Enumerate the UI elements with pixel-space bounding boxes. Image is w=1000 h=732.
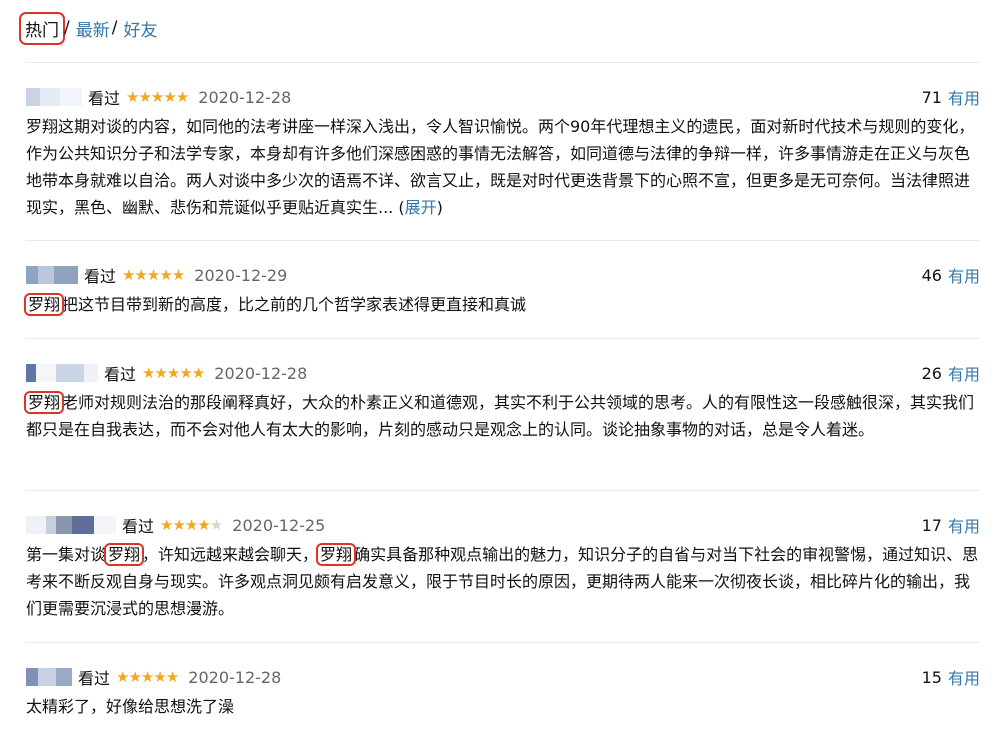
review-text: 第一集对谈 罗翔 ，许知远越来越会聊天， 罗翔 确实具备那种观点输出的魅力，知识分子的自…: [26, 541, 980, 622]
star-empty-icon: ★: [209, 516, 223, 534]
review-body: 老师对规则法治的那段阐释真好，大众的朴素正义和道德观，其实不利于公共领域的思考。…: [26, 393, 975, 439]
divider: [26, 490, 980, 491]
star-filled-icon: ★: [160, 516, 173, 534]
star-filled-icon: ★: [175, 88, 189, 106]
review-body-close: ): [436, 198, 443, 217]
blurred-username[interactable]: [26, 262, 78, 288]
tab-friends[interactable]: 好友: [123, 16, 157, 41]
review-text: 罗翔 把这节目带到新的高度，比之前的几个哲学家表述得更直接和真诚: [23, 291, 980, 318]
review-header: 看过 ★★★★★ 2020-12-29 46 有用: [26, 262, 980, 288]
tab-latest[interactable]: 最新: [76, 16, 110, 41]
vote-area: 17 有用: [922, 512, 980, 538]
watched-label: 看过: [122, 517, 155, 536]
divider: [26, 338, 980, 339]
blurred-username[interactable]: [26, 360, 98, 386]
watched-label: 看过: [78, 669, 111, 688]
sort-tabs: 热门 / 最新 / 好友: [19, 11, 157, 45]
rating-stars: ★★★★★: [160, 516, 223, 534]
star-filled-icon: ★: [126, 88, 139, 106]
useful-count: 46: [921, 265, 942, 285]
review-item: 看过 ★★★★★ 2020-12-28 15 有用 太精彩了，好像给思想洗了澡: [26, 664, 980, 720]
tab-separator: /: [64, 18, 70, 38]
watched-label: 看过: [104, 365, 137, 384]
review-body: ，许知远越来越会聊天，: [142, 545, 319, 564]
review-item: 看过 ★★★★★ 2020-12-28 71 有用 罗翔这期对谈的内容，如同他的…: [26, 84, 980, 221]
tab-separator: /: [111, 18, 118, 38]
star-filled-icon: ★: [146, 266, 160, 284]
star-filled-icon: ★: [138, 88, 151, 106]
star-filled-icon: ★: [122, 266, 135, 284]
useful-count: 17: [921, 515, 942, 535]
rating-stars: ★★★★★: [142, 364, 205, 382]
review-item: 看过 ★★★★★ 2020-12-28 26 有用 罗翔 老师对规则法治的那段阐释…: [23, 360, 980, 443]
star-filled-icon: ★: [171, 266, 185, 284]
divider: [26, 642, 980, 643]
star-filled-icon: ★: [140, 668, 154, 686]
rating-stars: ★★★★★: [122, 266, 185, 284]
star-filled-icon: ★: [134, 266, 147, 284]
review-text: 太精彩了，好像给思想洗了澡: [26, 693, 980, 720]
blurred-username[interactable]: [26, 84, 82, 110]
star-filled-icon: ★: [159, 266, 172, 284]
star-filled-icon: ★: [116, 668, 129, 686]
review-date: 2020-12-28: [214, 363, 308, 383]
review-date: 2020-12-28: [198, 87, 292, 107]
expand-link[interactable]: 展开: [405, 198, 437, 217]
tab-hot[interactable]: 热门: [19, 11, 65, 45]
review-text: 罗翔这期对谈的内容，如同他的法考讲座一样深入浅出，令人智识愉悦。两个90年代理想…: [26, 113, 980, 221]
star-filled-icon: ★: [163, 88, 176, 106]
rating-stars: ★★★★★: [126, 88, 189, 106]
star-filled-icon: ★: [153, 668, 166, 686]
review-date: 2020-12-25: [232, 515, 326, 535]
blurred-username[interactable]: [26, 512, 116, 538]
review-body: 第一集对谈: [26, 545, 107, 564]
star-filled-icon: ★: [166, 364, 180, 382]
review-header: 看过 ★★★★★ 2020-12-28 26 有用: [26, 360, 980, 386]
star-filled-icon: ★: [172, 516, 185, 534]
star-filled-icon: ★: [154, 364, 167, 382]
review-date: 2020-12-29: [194, 265, 288, 285]
useful-button[interactable]: 有用: [948, 513, 980, 537]
star-filled-icon: ★: [165, 668, 179, 686]
highlighted-name: 罗翔: [23, 391, 65, 414]
watched-label: 看过: [84, 267, 117, 286]
useful-button[interactable]: 有用: [948, 85, 980, 109]
vote-area: 46 有用: [922, 262, 980, 288]
review-body: 太精彩了，好像给思想洗了澡: [26, 697, 235, 716]
highlighted-name: 罗翔: [104, 543, 145, 566]
star-filled-icon: ★: [197, 516, 210, 534]
star-filled-icon: ★: [191, 364, 205, 382]
divider: [26, 62, 980, 63]
review-body: 罗翔这期对谈的内容，如同他的法考讲座一样深入浅出，令人智识愉悦。两个90年代理想…: [26, 117, 975, 217]
star-filled-icon: ★: [142, 364, 155, 382]
review-header: 看过 ★★★★★ 2020-12-28 71 有用: [26, 84, 980, 110]
useful-count: 71: [921, 87, 942, 107]
useful-button[interactable]: 有用: [948, 361, 980, 385]
star-filled-icon: ★: [179, 364, 192, 382]
highlighted-name: 罗翔: [316, 543, 357, 566]
review-text: 罗翔 老师对规则法治的那段阐释真好，大众的朴素正义和道德观，其实不利于公共领域的思…: [23, 389, 980, 443]
rating-stars: ★★★★★: [116, 668, 179, 686]
review-item: 看过 ★★★★★ 2020-12-25 17 有用 第一集对谈 罗翔 ，许知远越来越…: [26, 512, 980, 622]
review-header: 看过 ★★★★★ 2020-12-28 15 有用: [26, 664, 980, 690]
star-filled-icon: ★: [150, 88, 164, 106]
useful-count: 15: [921, 667, 942, 687]
review-body: 把这节目带到新的高度，比之前的几个哲学家表述得更直接和真诚: [62, 295, 527, 314]
divider: [26, 240, 980, 241]
highlighted-name: 罗翔: [23, 293, 65, 316]
blurred-username[interactable]: [26, 664, 72, 690]
useful-button[interactable]: 有用: [948, 263, 980, 287]
star-filled-icon: ★: [128, 668, 141, 686]
review-header: 看过 ★★★★★ 2020-12-25 17 有用: [26, 512, 980, 538]
watched-label: 看过: [88, 89, 121, 108]
review-date: 2020-12-28: [188, 667, 282, 687]
star-filled-icon: ★: [184, 516, 198, 534]
review-item: 看过 ★★★★★ 2020-12-29 46 有用 罗翔 把这节目带到新的高度，比…: [23, 262, 980, 318]
vote-area: 71 有用: [922, 84, 980, 110]
useful-button[interactable]: 有用: [948, 665, 980, 689]
useful-count: 26: [921, 363, 942, 383]
vote-area: 26 有用: [922, 360, 980, 386]
vote-area: 15 有用: [922, 664, 980, 690]
